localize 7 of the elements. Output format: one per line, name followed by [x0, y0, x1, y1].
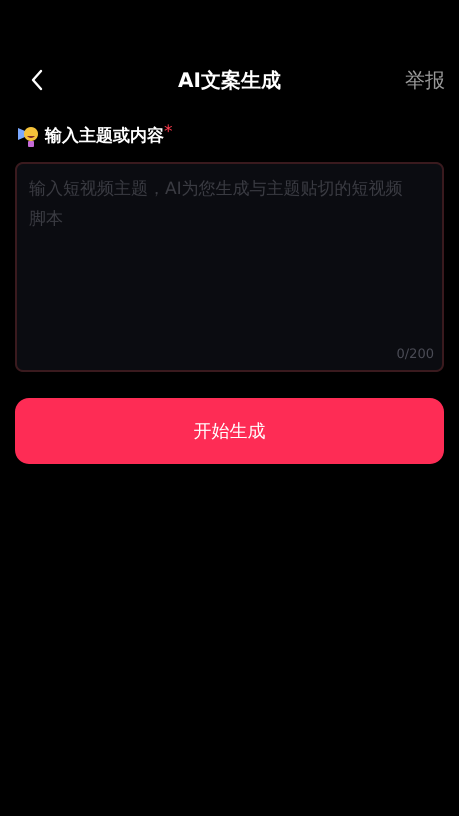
report-link[interactable]: 举报 — [405, 66, 445, 94]
generate-button[interactable]: 开始生成 — [15, 398, 444, 464]
required-asterisk: * — [164, 122, 172, 142]
character-counter: 0/200 — [396, 347, 434, 362]
page-title: AI文案生成 — [178, 66, 281, 94]
field-label: 输入主题或内容 — [45, 124, 164, 146]
back-icon[interactable] — [30, 69, 44, 91]
